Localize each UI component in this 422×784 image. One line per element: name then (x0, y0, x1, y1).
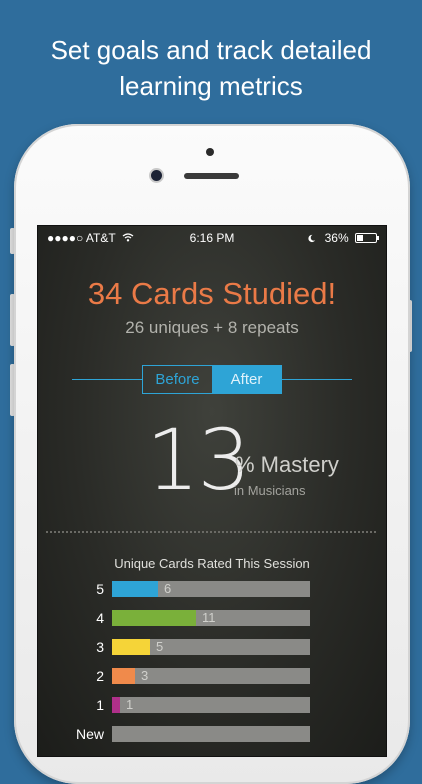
before-after-toggle[interactable]: Before After (142, 365, 282, 394)
rating-bar-track (112, 697, 310, 713)
rating-row-new: New (38, 725, 386, 743)
rating-bar-fill (112, 581, 158, 597)
rating-bar-track (112, 581, 310, 597)
headline-line-2: learning metrics (119, 71, 303, 101)
after-tab[interactable]: After (212, 366, 281, 393)
rating-bar-fill (112, 610, 196, 626)
status-bar: ●●●●○ AT&T 6:16 PM 36% (38, 230, 386, 246)
rating-row-4: 4 11 (38, 609, 386, 627)
front-camera (151, 170, 162, 181)
rating-row-2: 23 (38, 667, 386, 685)
session-title: 34 Cards Studied! (87, 276, 337, 311)
rating-bar-fill (112, 697, 120, 713)
before-tab[interactable]: Before (143, 366, 212, 393)
rating-row-1: 11 (38, 696, 386, 714)
rating-count: 3 (141, 668, 149, 683)
rating-bar-fill (112, 639, 150, 655)
rating-label: New (75, 726, 104, 742)
rating-count: 5 (156, 639, 164, 654)
rating-count: 11 (202, 610, 216, 625)
proximity-sensor (206, 148, 214, 156)
rating-label: 2 (96, 668, 104, 684)
earpiece-speaker (184, 173, 239, 179)
battery-icon (355, 233, 379, 243)
ratings-title: Unique Cards Rated This Session (114, 556, 310, 571)
headline: Set goals and track detailed learning me… (0, 32, 422, 104)
toggle-divider-right (282, 379, 352, 380)
rating-bar-track (112, 639, 310, 655)
mastery-category: in Musicians (234, 483, 306, 498)
mastery-label: % Mastery (235, 452, 339, 477)
rating-bar-fill (112, 668, 135, 684)
rating-row-5: 56 (38, 580, 386, 598)
moon-icon (308, 234, 316, 243)
dotted-divider (46, 531, 376, 533)
rating-count: 6 (164, 581, 172, 596)
toggle-divider-left (72, 379, 142, 380)
headline-line-1: Set goals and track detailed (50, 35, 372, 65)
rating-label: 5 (96, 581, 104, 597)
status-right: 36% (307, 231, 379, 245)
phone-screen: ●●●●○ AT&T 6:16 PM 36% 34 Cards Studied!… (37, 225, 387, 757)
rating-label: 3 (96, 639, 104, 655)
rating-bar-track (112, 726, 310, 742)
rating-count: 1 (126, 697, 134, 712)
rating-label: 1 (96, 697, 104, 713)
session-subtitle: 26 uniques + 8 repeats (125, 318, 299, 337)
battery-percent: 36% (324, 231, 349, 245)
rating-label: 4 (96, 610, 104, 626)
rating-row-3: 35 (38, 638, 386, 656)
